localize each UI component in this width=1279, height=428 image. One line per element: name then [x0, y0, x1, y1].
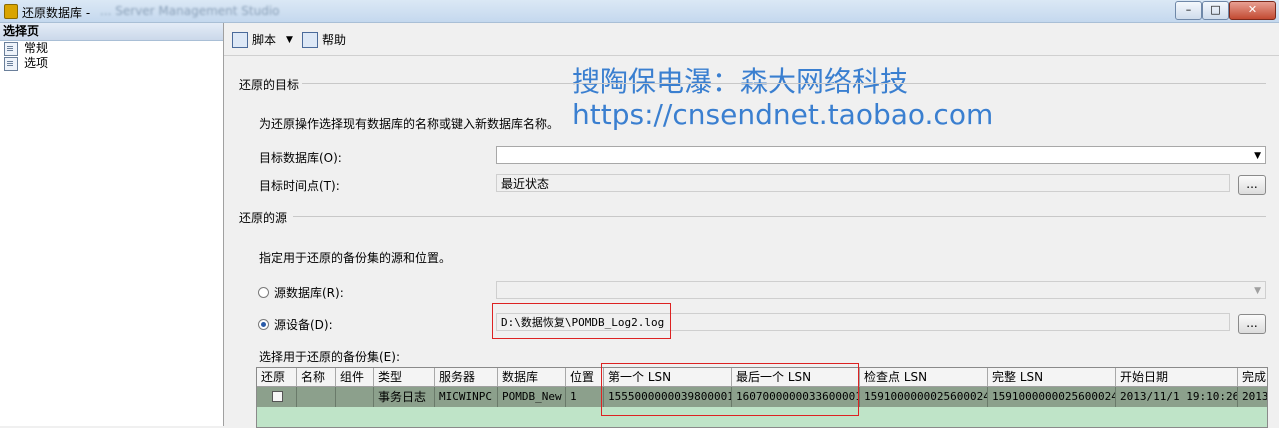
page-selector-header: 选择页 [0, 23, 223, 41]
column-header[interactable]: 组件 [336, 368, 374, 386]
target-time-label: 目标时间点(T): [259, 179, 340, 193]
target-db-label: 目标数据库(O): [259, 151, 342, 165]
watermark-line1: 搜陶保电瀑：森大网络科技 [572, 65, 909, 98]
name-cell [297, 387, 336, 407]
minimize-button[interactable]: – [1175, 1, 1202, 20]
server-cell: MICWINPC [435, 387, 498, 407]
help-icon [302, 31, 318, 48]
start-date-cell: 2013/11/1 19:10:26 [1116, 387, 1238, 407]
lsn-highlight-box [601, 363, 859, 416]
column-header[interactable]: 完整 LSN [988, 368, 1116, 386]
column-header[interactable]: 检查点 LSN [860, 368, 988, 386]
section-divider [302, 83, 1266, 84]
sidebar-item-general[interactable]: 常规 [0, 41, 223, 56]
backup-sets-label: 选择用于还原的备份集(E): [259, 350, 400, 364]
target-time-value: 最近状态 [501, 177, 550, 191]
title-bar: 还原数据库 - ... Server Management Studio – □… [0, 0, 1279, 23]
source-device-radio[interactable] [258, 319, 269, 330]
database-cell: POMDB_New [498, 387, 566, 407]
page-selector-panel: 选择页 常规 选项 [0, 23, 224, 426]
source-db-dropdown: ▼ [496, 281, 1266, 299]
sidebar-item-label: 选项 [24, 56, 49, 70]
component-cell [336, 387, 374, 407]
position-cell: 1 [566, 387, 604, 407]
database-icon [4, 4, 18, 19]
target-time-browse-button[interactable]: ... [1238, 175, 1266, 195]
page-icon [4, 41, 18, 56]
window-title: 还原数据库 - [22, 6, 91, 20]
checkpoint-lsn-cell: 1591000000025600024 [860, 387, 988, 407]
watermark-line2: https://cnsendnet.taobao.com [572, 98, 994, 131]
sidebar-item-label: 常规 [24, 41, 49, 55]
help-label: 帮助 [322, 33, 347, 47]
restore-cell[interactable] [257, 387, 297, 407]
target-description: 为还原操作选择现有数据库的名称或键入新数据库名称。 [259, 117, 560, 131]
chevron-down-icon: ▼ [1254, 151, 1261, 161]
column-header[interactable]: 服务器 [435, 368, 498, 386]
restore-checkbox[interactable] [272, 391, 283, 402]
chevron-down-icon: ▼ [1254, 286, 1261, 296]
column-header[interactable]: 完成 [1238, 368, 1267, 386]
target-time-field: 最近状态 [496, 174, 1230, 192]
section-divider [293, 216, 1266, 217]
toolbar: 脚本 ▼ 帮助 [224, 23, 1279, 56]
column-header[interactable]: 开始日期 [1116, 368, 1238, 386]
source-db-label: 源数据库(R): [274, 286, 344, 300]
close-button[interactable]: ✕ [1229, 1, 1276, 20]
help-button[interactable]: 帮助 [302, 31, 346, 48]
source-device-label: 源设备(D): [274, 318, 333, 332]
chevron-down-icon[interactable]: ▼ [286, 35, 293, 45]
source-device-browse-button[interactable]: ... [1238, 314, 1266, 334]
finish-date-cell: 2013 [1238, 387, 1267, 407]
script-icon [232, 31, 248, 48]
sidebar-item-options[interactable]: 选项 [0, 56, 223, 71]
source-db-radio[interactable] [258, 287, 269, 298]
script-button[interactable]: 脚本 ▼ [232, 31, 293, 48]
column-header[interactable]: 还原 [257, 368, 297, 386]
source-section-title: 还原的源 [239, 211, 288, 225]
page-icon [4, 56, 18, 71]
target-section-title: 还原的目标 [239, 78, 300, 92]
script-label: 脚本 [252, 33, 277, 47]
column-header[interactable]: 数据库 [498, 368, 566, 386]
type-cell: 事务日志 [374, 387, 435, 407]
maximize-button[interactable]: □ [1202, 1, 1229, 20]
window-title-app: ... Server Management Studio [100, 4, 280, 18]
source-description: 指定用于还原的备份集的源和位置。 [259, 251, 452, 265]
column-header[interactable]: 名称 [297, 368, 336, 386]
target-db-dropdown[interactable]: ▼ [496, 146, 1266, 164]
column-header[interactable]: 位置 [566, 368, 604, 386]
full-lsn-cell: 1591000000025600024 [988, 387, 1116, 407]
device-highlight-box [492, 303, 671, 339]
column-header[interactable]: 类型 [374, 368, 435, 386]
